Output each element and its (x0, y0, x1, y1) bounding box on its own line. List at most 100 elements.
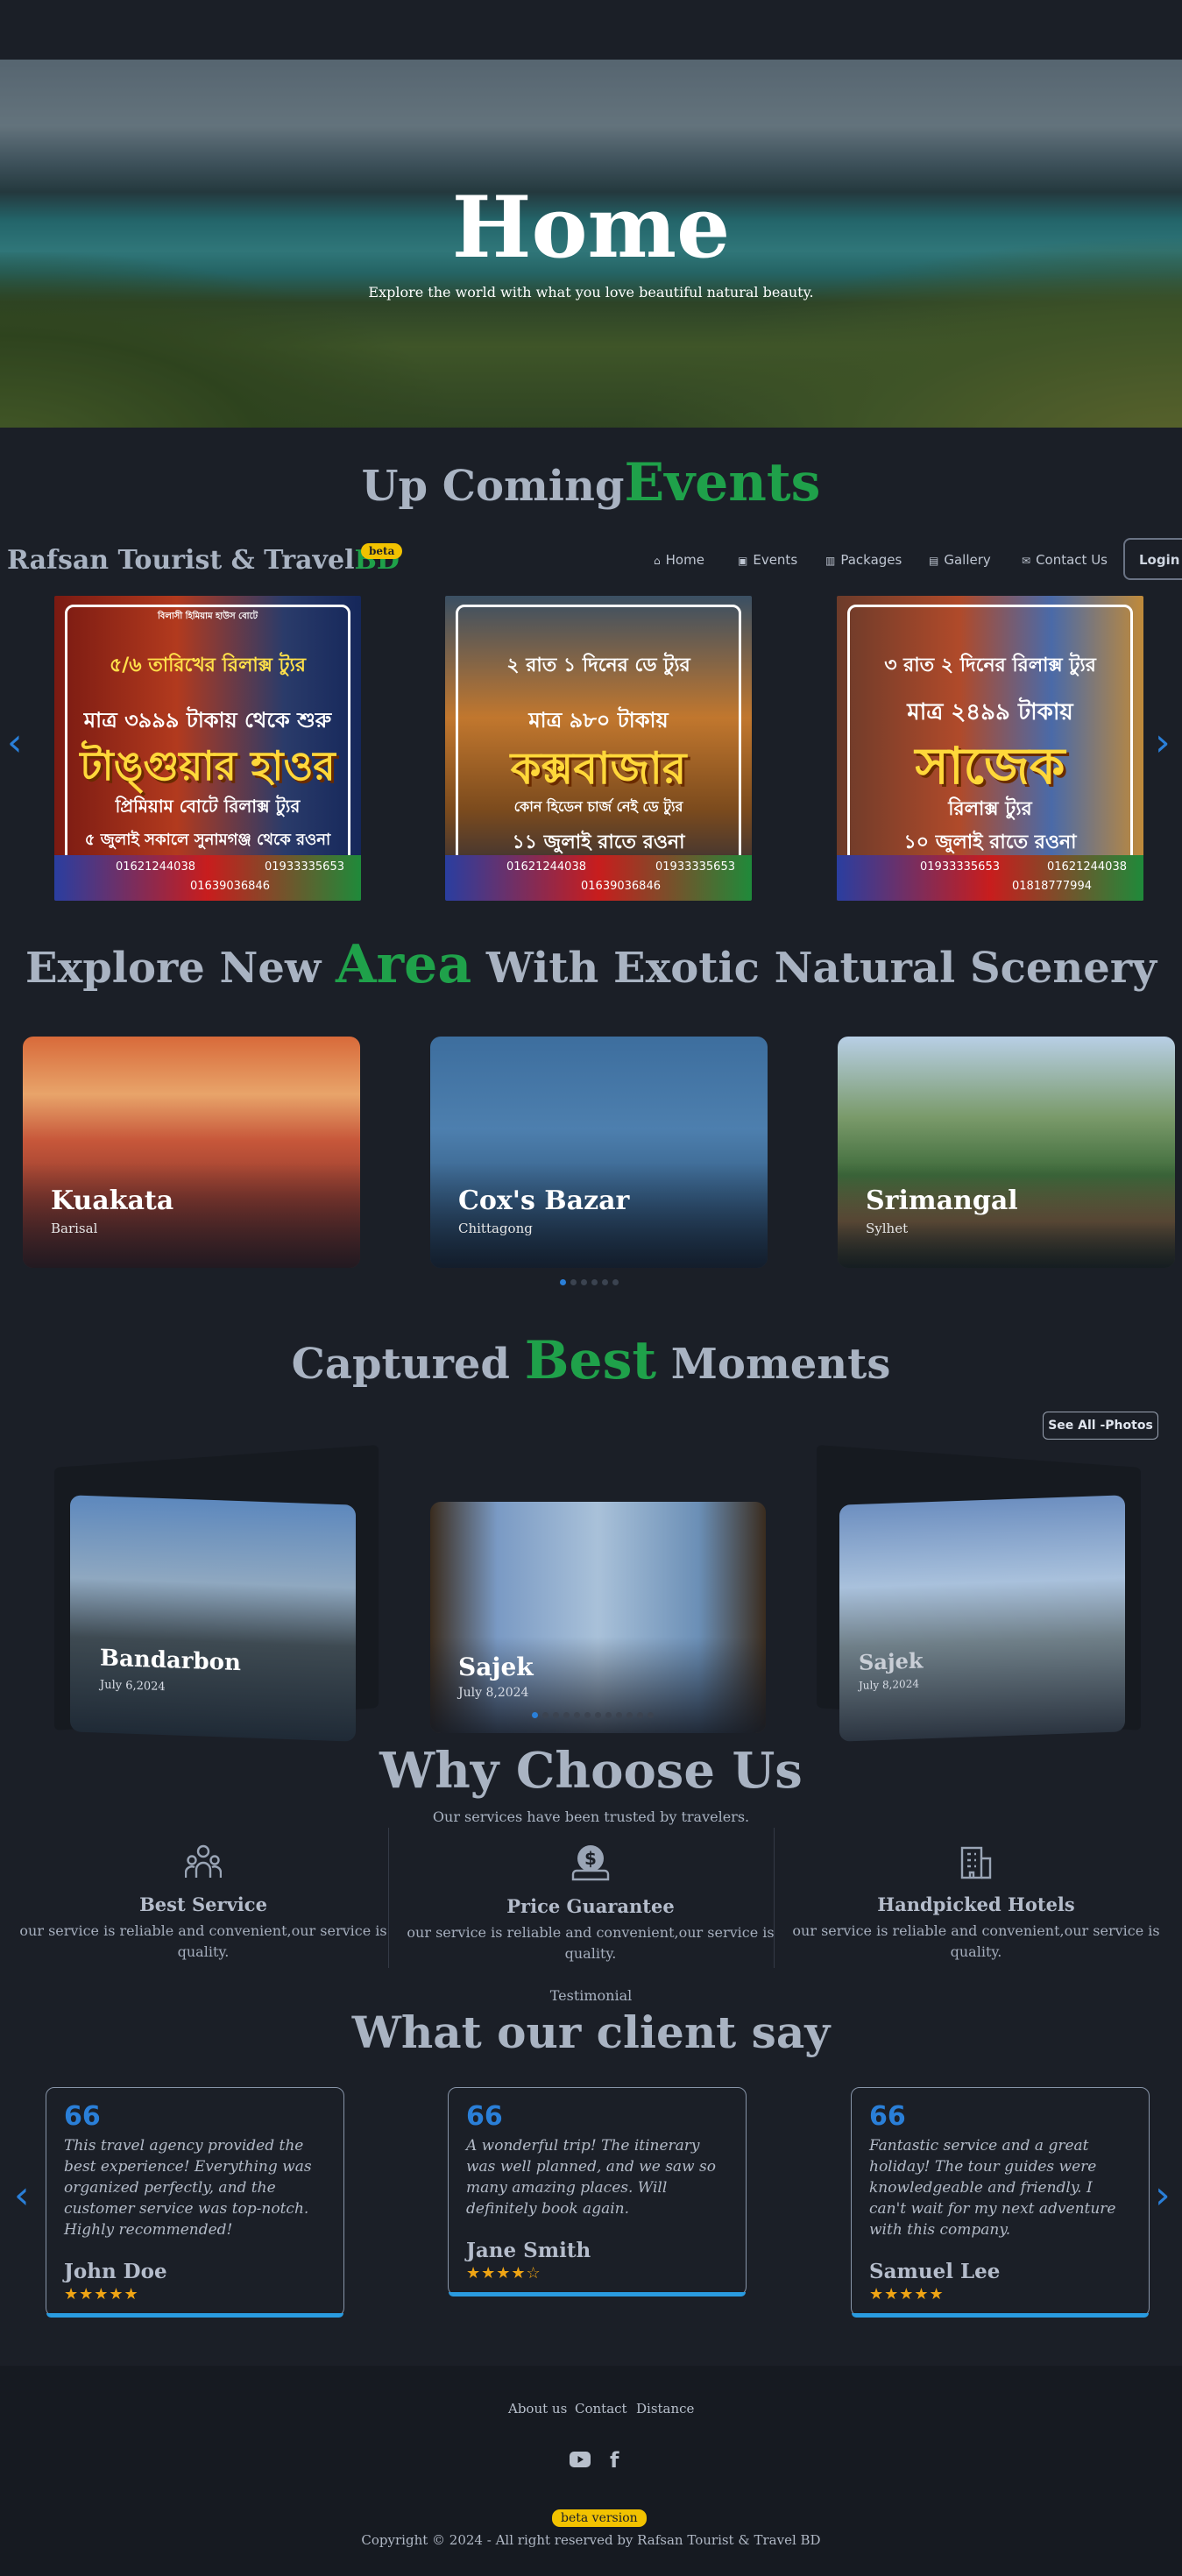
mail-icon: ✉ (1022, 555, 1031, 567)
carousel-dot[interactable] (553, 1712, 559, 1718)
testimonial-card: 66 This travel agency provided the best … (46, 2087, 344, 2318)
testimonial-prev-arrow[interactable]: ‹ (14, 2173, 30, 2218)
poster-line-3: রিলাক্স ট্যুর (948, 798, 1032, 820)
moments-heading-c: Moments (656, 1340, 891, 1389)
carousel-dot[interactable] (637, 1712, 643, 1718)
nav-home[interactable]: ⌂ Home (654, 552, 704, 568)
star-rating: ★★★★★ (64, 2285, 139, 2304)
carousel-dot[interactable] (584, 1712, 591, 1718)
poster-phone-3: 01639036846 (190, 880, 270, 893)
event-poster-coxsbazar[interactable]: ২ রাত ১ দিনের ডে ট্যুর মাত্র ৯৮০ টাকায় … (445, 596, 752, 901)
nav-contact-label: Contact Us (1036, 552, 1108, 568)
carousel-dot[interactable] (605, 1712, 612, 1718)
nav-gallery-label: Gallery (944, 552, 991, 568)
area-region: Sylhet (866, 1221, 909, 1236)
poster-contact-bar: 01933335653 01621244038 01818777994 (837, 855, 1143, 901)
navbar: Rafsan Tourist & TravelBD beta ⌂ Home ▣ Ev… (0, 536, 1182, 585)
event-poster-sajek[interactable]: ৩ রাত ২ দিনের রিলাক্স ট্যুর মাত্র ২৪৯৯ ট… (837, 596, 1143, 901)
area-region: Barisal (51, 1221, 98, 1236)
carousel-dot[interactable] (560, 1279, 566, 1285)
nav-contact[interactable]: ✉ Contact Us (1022, 552, 1108, 568)
photo-date: July 8,2024 (458, 1686, 529, 1700)
area-carousel-dots (560, 1279, 619, 1285)
carousel-dot[interactable] (581, 1279, 587, 1285)
carousel-dot[interactable] (570, 1279, 577, 1285)
area-card-srimangal[interactable]: Srimangal Sylhet (838, 1037, 1175, 1268)
carousel-dot[interactable] (591, 1279, 598, 1285)
carousel-dot[interactable] (563, 1712, 570, 1718)
see-all-photos-button[interactable]: See All -Photos (1043, 1412, 1158, 1440)
event-poster-tanguar[interactable]: বিলাসী হিমিয়াম হাউস বোটে ৫/৬ তারিখের রি… (54, 596, 361, 901)
building-icon: ▥ (825, 555, 836, 567)
poster-phone-1: 01621244038 (116, 860, 195, 874)
testimonial-card: 66 Fantastic service and a great holiday… (851, 2087, 1150, 2318)
photo-card-sajek[interactable]: Sajek July 8,2024 (430, 1502, 766, 1733)
nav-events[interactable]: ▣ Events (738, 552, 797, 568)
svg-text:$: $ (584, 1848, 597, 1869)
poster-line-1: ৫/৬ তারিখের রিলাক্স ট্যুর (109, 655, 307, 676)
feature-desc: our service is reliable and convenient,o… (792, 1922, 1160, 1960)
brand-logo[interactable]: Rafsan Tourist & TravelBD (7, 545, 400, 576)
feature-desc: our service is reliable and convenient,o… (407, 1924, 775, 1962)
events-prev-arrow[interactable]: ‹ (7, 720, 23, 765)
area-name: Kuakata (51, 1185, 174, 1216)
photo-card-bandarbon[interactable]: Bandarbon July 6,2024 (70, 1495, 356, 1742)
poster-line-1: ২ রাত ১ দিনের ডে ট্যুর (506, 655, 690, 676)
carousel-dot[interactable] (532, 1712, 538, 1718)
footer-link-distance[interactable]: Distance (636, 2401, 694, 2417)
photo-card-sajek-2[interactable]: Sajek July 8,2024 (839, 1495, 1125, 1742)
footer-link-about[interactable]: About us (508, 2401, 567, 2417)
login-button[interactable]: Login (1123, 538, 1182, 580)
events-heading-b: Events (624, 452, 821, 513)
testimonial-text: Fantastic service and a great holiday! T… (869, 2137, 1116, 2239)
carousel-dot[interactable] (612, 1279, 619, 1285)
poster-phone-3: 01639036846 (581, 880, 661, 893)
star-rating: ★★★★★ (869, 2285, 945, 2304)
moments-heading-b: Best (524, 1330, 657, 1391)
poster-phone-2: 01933335653 (265, 860, 344, 874)
users-icon (184, 1844, 223, 1883)
carousel-dot[interactable] (648, 1712, 654, 1718)
carousel-dot[interactable] (595, 1712, 601, 1718)
carousel-dot[interactable] (574, 1712, 580, 1718)
area-card-kuakata[interactable]: Kuakata Barisal (23, 1037, 360, 1268)
carousel-dot[interactable] (616, 1712, 622, 1718)
nav-packages-label: Packages (840, 552, 902, 568)
poster-line-4: ৫ জুলাই সকালে সুনামগঞ্জ থেকে রওনা (84, 831, 331, 849)
events-next-arrow[interactable]: › (1155, 720, 1171, 765)
carousel-dot[interactable] (542, 1712, 549, 1718)
nav-packages[interactable]: ▥ Packages (825, 552, 902, 568)
facebook-icon[interactable]: f (610, 2448, 619, 2473)
photo-date: July 6,2024 (100, 1678, 166, 1695)
youtube-icon[interactable] (570, 2452, 591, 2471)
poster-line-2: মাত্র ৩৯৯৯ টাকায় থেকে শুরু (83, 708, 332, 732)
poster-tagline: বিলাসী হিমিয়াম হাউস বোটে (157, 612, 258, 621)
area-name: Cox's Bazar (458, 1185, 630, 1216)
carousel-dot[interactable] (602, 1279, 608, 1285)
footer-link-contact[interactable]: Contact (575, 2401, 627, 2417)
dollar-icon: $ (570, 1844, 612, 1885)
beta-badge: beta (361, 543, 403, 559)
explore-heading-a: Explore New (25, 944, 336, 993)
nav-gallery[interactable]: ▤ Gallery (929, 552, 991, 568)
photo-carousel-dots (532, 1712, 654, 1718)
nav-home-label: Home (665, 552, 704, 568)
testimonial-author: John Doe (64, 2260, 167, 2283)
why-subtitle: Our services have been trusted by travel… (432, 1808, 750, 1825)
feature-title: Price Guarantee (506, 1895, 675, 1917)
area-region: Chittagong (458, 1221, 533, 1236)
poster-phone-2: 01933335653 (655, 860, 735, 874)
explore-heading-c: With Exotic Natural Scenery (471, 944, 1157, 993)
poster-contact-bar: 01621244038 01933335653 01639036846 (445, 855, 752, 901)
explore-heading: Explore New Area With Exotic Natural Sce… (0, 934, 1182, 995)
feature-desc: our service is reliable and convenient,o… (19, 1922, 387, 1960)
testimonial-text: This travel agency provided the best exp… (64, 2137, 312, 2239)
quote-icon: 66 (869, 2101, 906, 2132)
events-heading: Up ComingEvents (0, 452, 1182, 513)
feature-best-service: Best Service our service is reliable and… (11, 1844, 396, 1963)
testimonial-next-arrow[interactable]: › (1155, 2173, 1171, 2218)
area-card-coxsbazar[interactable]: Cox's Bazar Chittagong (430, 1037, 768, 1268)
photo-title: Sajek (859, 1647, 924, 1675)
carousel-dot[interactable] (626, 1712, 633, 1718)
beta-version-badge: beta version (552, 2509, 647, 2527)
